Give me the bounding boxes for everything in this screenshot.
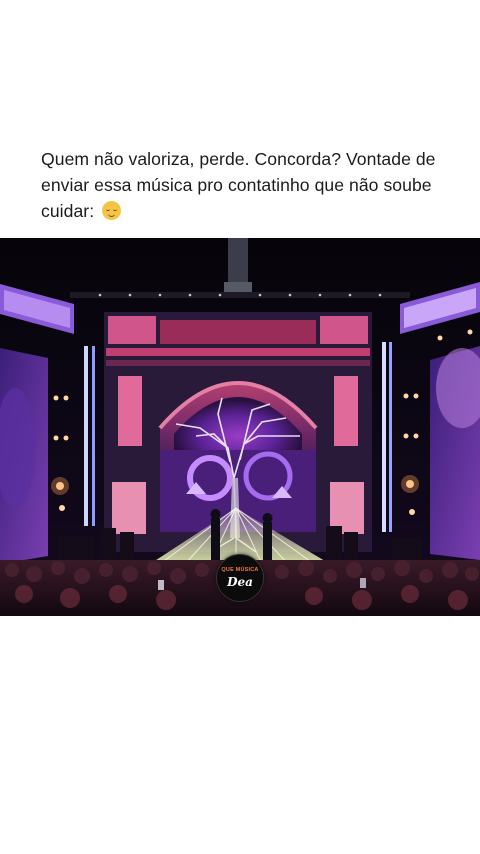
relieved-face-icon <box>102 201 122 220</box>
watermark-top-text: QUE MÚSICA <box>221 567 259 573</box>
post-caption: Quem não valoriza, perde. Concorda? Vont… <box>41 146 451 224</box>
watermark-logo: QUE MÚSICA Dea <box>216 554 264 602</box>
caption-text: Quem não valoriza, perde. Concorda? Vont… <box>41 149 436 221</box>
watermark-bottom-text: Dea <box>227 575 253 589</box>
